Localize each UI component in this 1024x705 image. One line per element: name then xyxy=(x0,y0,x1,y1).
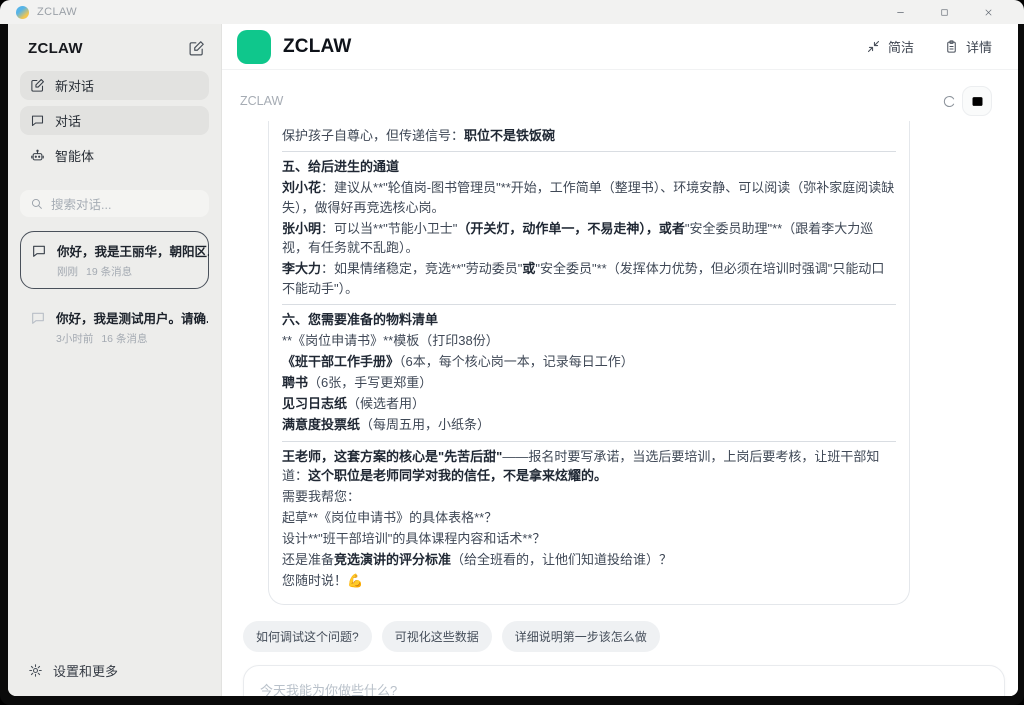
window-controls xyxy=(878,1,1010,23)
conversation-item-selected[interactable]: 你好，我是王丽华，朝阳区... 刚刚 19 条消息 xyxy=(20,231,209,289)
conversation-time: 刚刚 xyxy=(57,264,78,279)
app-window: ZCLAW 新对话 对话 智能体 搜索对话... xyxy=(8,24,1018,696)
gear-icon xyxy=(28,663,43,678)
message-line: 聘书（6张，手写更郑重） xyxy=(282,373,896,393)
sidebar: ZCLAW 新对话 对话 智能体 搜索对话... xyxy=(8,24,222,696)
message-sender: ZCLAW xyxy=(240,94,283,108)
message-line: 保护孩子自尊心，但传递信号：职位不是铁饭碗 xyxy=(282,126,896,146)
conversation-count: 16 条消息 xyxy=(101,331,147,346)
chat-header: ZCLAW 简洁 详情 xyxy=(222,24,1018,70)
sidebar-item-new-chat[interactable]: 新对话 xyxy=(20,71,209,100)
message-line: 需要我帮您： xyxy=(282,487,896,507)
minimize-button[interactable] xyxy=(878,1,922,23)
conversation-item[interactable]: 你好，我是测试用户。请确... 3小时前 16 条消息 xyxy=(20,299,209,355)
os-window-title: ZCLAW xyxy=(37,6,77,18)
settings-button[interactable]: 设置和更多 xyxy=(28,661,118,680)
message-line: **《岗位申请书》**模板（打印38份） xyxy=(282,331,896,351)
app-icon xyxy=(16,6,29,19)
sidebar-item-label: 对话 xyxy=(55,111,81,130)
conversation-icon xyxy=(30,310,46,326)
os-titlebar: ZCLAW xyxy=(0,0,1024,24)
brand-logo xyxy=(237,30,271,64)
compact-mode-label: 简洁 xyxy=(888,37,914,56)
conversation-title: 你好，我是王丽华，朝阳区... xyxy=(57,241,209,260)
message-divider xyxy=(282,441,896,442)
details-label: 详情 xyxy=(966,37,992,56)
close-button[interactable] xyxy=(966,1,1010,23)
message-divider xyxy=(282,304,896,305)
conversation-meta: 刚刚 19 条消息 xyxy=(57,264,209,279)
sidebar-header: ZCLAW xyxy=(8,24,221,69)
conversation-text: 你好，我是王丽华，朝阳区... 刚刚 19 条消息 xyxy=(57,241,209,279)
message-meta-row: ZCLAW xyxy=(240,86,992,116)
message-line: 李大力：如果情绪稳定，竞选**"劳动委员"或"安全委员"**（发挥体力优势，但必… xyxy=(282,259,896,298)
suggestion-chip[interactable]: 详细说明第一步该怎么做 xyxy=(502,621,660,652)
composer[interactable]: 今天我能为你做些什么? 闪速 GLM-4.7 xyxy=(243,665,1005,696)
chat-body: ZCLAW 保护孩子自尊心，但传递信号：职位不是铁饭碗五、给后进生的通道刘小花：… xyxy=(222,70,1018,696)
new-chat-icon xyxy=(30,78,45,93)
search-input[interactable]: 搜索对话... xyxy=(20,190,209,217)
side-panel-toggle-button[interactable] xyxy=(962,86,992,116)
message-line: 起草**《岗位申请书》的具体表格**？ xyxy=(282,508,896,528)
search-placeholder: 搜索对话... xyxy=(51,194,111,213)
app-screen: ZCLAW ZCLAW 新对话 对话 xyxy=(0,0,1024,705)
conversation-meta: 3小时前 16 条消息 xyxy=(56,331,208,346)
message-line: 设计**"班干部培训"的具体课程内容和话术**？ xyxy=(282,529,896,549)
header-actions: 简洁 详情 xyxy=(866,37,992,56)
sidebar-nav: 新对话 对话 智能体 xyxy=(8,69,221,170)
conversation-count: 19 条消息 xyxy=(86,264,132,279)
composer-placeholder: 今天我能为你做些什么? xyxy=(260,680,397,696)
message-body: 保护孩子自尊心，但传递信号：职位不是铁饭碗五、给后进生的通道刘小花：建议从**"… xyxy=(282,126,896,591)
brand-title: ZCLAW xyxy=(283,36,352,58)
message-line: 张小明：可以当**"节能小卫士"（开关灯，动作单一，不易走神），或者"安全委员助… xyxy=(282,219,896,258)
sidebar-title: ZCLAW xyxy=(28,40,83,57)
panel-icon xyxy=(970,94,985,109)
minimize-icon xyxy=(895,7,906,18)
sidebar-item-agents[interactable]: 智能体 xyxy=(20,141,209,170)
sidebar-item-chats[interactable]: 对话 xyxy=(20,106,209,135)
message-line: 王老师，这套方案的核心是"先苦后甜"——报名时要写承诺，当选后要培训，上岗后要考… xyxy=(282,447,896,486)
sidebar-item-label: 智能体 xyxy=(55,146,94,165)
message-line: 您随时说！💪 xyxy=(282,571,896,591)
suggestion-chips: 如何调试这个问题? 可视化这些数据 详细说明第一步该怎么做 xyxy=(243,621,1018,652)
maximize-icon xyxy=(939,7,950,18)
robot-icon xyxy=(30,148,45,163)
message-line: 五、给后进生的通道 xyxy=(282,157,896,177)
message-line: 还是准备竞选演讲的评分标准（给全班看的，让他们知道投给谁）？ xyxy=(282,550,896,570)
chat-bubble-icon xyxy=(30,113,45,128)
clipboard-icon xyxy=(944,39,959,54)
close-icon xyxy=(983,7,994,18)
conversation-icon xyxy=(31,243,47,259)
message-divider xyxy=(282,151,896,152)
assistant-message-bubble: 保护孩子自尊心，但传递信号：职位不是铁饭碗五、给后进生的通道刘小花：建议从**"… xyxy=(268,121,910,605)
message-controls xyxy=(942,86,992,116)
settings-label: 设置和更多 xyxy=(53,661,118,680)
message-line: 《班干部工作手册》（6本，每个核心岗一本，记录每日工作） xyxy=(282,352,896,372)
message-line: 见习日志纸（候选者用） xyxy=(282,394,896,414)
compact-mode-button[interactable]: 简洁 xyxy=(866,37,914,56)
conversation-text: 你好，我是测试用户。请确... 3小时前 16 条消息 xyxy=(56,308,208,346)
maximize-button[interactable] xyxy=(922,1,966,23)
refresh-icon[interactable] xyxy=(942,94,957,109)
collapse-icon xyxy=(866,39,881,54)
conversation-time: 3小时前 xyxy=(56,331,93,346)
message-line: 刘小花：建议从**"轮值岗-图书管理员"**开始，工作简单（整理书）、环境安静、… xyxy=(282,178,896,217)
suggestion-chip[interactable]: 如何调试这个问题? xyxy=(243,621,372,652)
conversation-list: 你好，我是王丽华，朝阳区... 刚刚 19 条消息 你好，我是测试用户。请确..… xyxy=(20,231,209,355)
search-icon xyxy=(30,197,43,210)
message-line: 六、您需要准备的物料清单 xyxy=(282,310,896,330)
main-panel: ZCLAW 简洁 详情 ZCLAW xyxy=(222,24,1018,696)
conversation-title: 你好，我是测试用户。请确... xyxy=(56,308,208,327)
compose-icon[interactable] xyxy=(188,40,205,57)
suggestion-chip[interactable]: 可视化这些数据 xyxy=(382,621,492,652)
sidebar-item-label: 新对话 xyxy=(55,76,94,95)
message-line: 满意度投票纸（每周五用，小纸条） xyxy=(282,415,896,435)
details-button[interactable]: 详情 xyxy=(944,37,992,56)
